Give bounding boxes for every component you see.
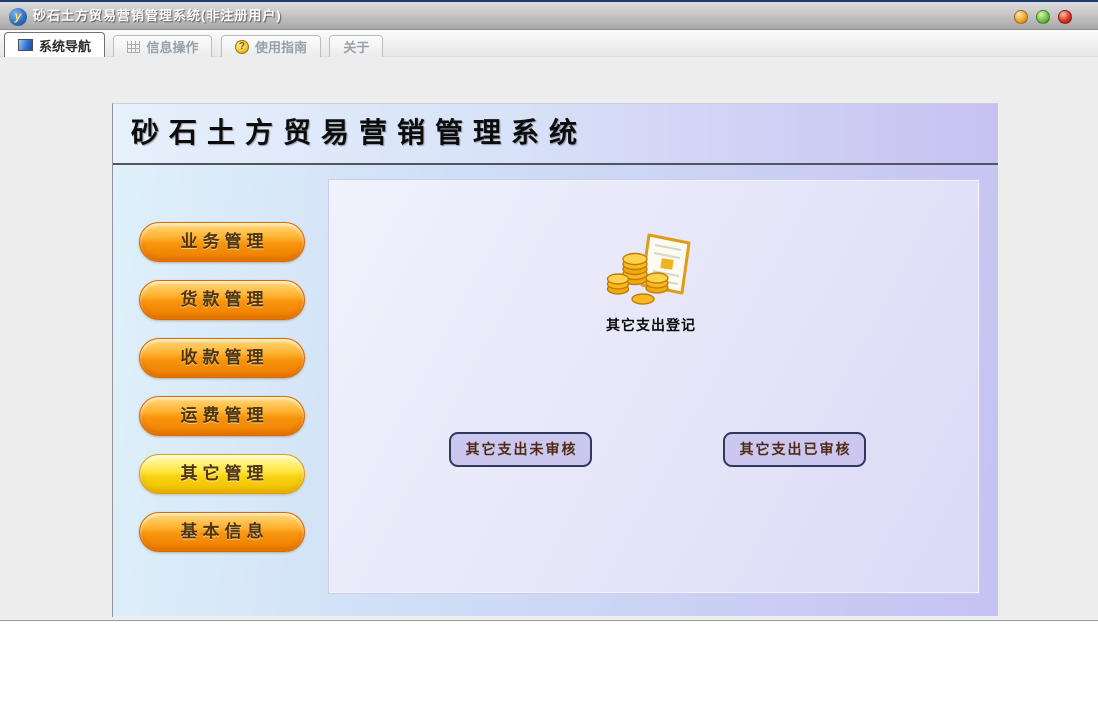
- other-expense-unreviewed-button[interactable]: 其它支出未审核: [449, 432, 592, 467]
- grid-icon: [127, 40, 141, 53]
- feature-label: 其它支出登记: [606, 317, 696, 333]
- title-bar: y 砂石土方贸易营销管理系统(非注册用户): [0, 0, 1098, 30]
- function-panel: 其它支出登记 其它支出未审核 其它支出已审核: [328, 179, 980, 594]
- feature-other-expense-registration[interactable]: 其它支出登记: [575, 231, 727, 335]
- app-logo-icon: y: [9, 8, 27, 26]
- coins-document-icon: [606, 233, 691, 305]
- tab-user-guide[interactable]: ? 使用指南: [220, 35, 321, 57]
- sidebar-item-other-management[interactable]: 其它管理: [139, 454, 305, 494]
- window-controls: [1014, 10, 1072, 24]
- sidebar-item-receipt-management[interactable]: 收款管理: [139, 338, 305, 378]
- main-page: 砂石土方贸易营销管理系统 业务管理 货款管理 收款管理 运费管理 其它管理 基本…: [112, 103, 998, 617]
- window-title: 砂石土方贸易营销管理系统(非注册用户): [33, 8, 282, 23]
- sidebar-item-business-management[interactable]: 业务管理: [139, 222, 305, 262]
- sidebar-item-freight-management[interactable]: 运费管理: [139, 396, 305, 436]
- close-button[interactable]: [1058, 10, 1072, 24]
- tab-bar: 系统导航 信息操作 ? 使用指南 关于: [0, 30, 1098, 57]
- blue-square-icon: [18, 39, 33, 51]
- sidebar-item-payment-management[interactable]: 货款管理: [139, 280, 305, 320]
- sidebar-menu: 业务管理 货款管理 收款管理 运费管理 其它管理 基本信息: [139, 222, 305, 570]
- tab-system-navigation[interactable]: 系统导航: [4, 32, 106, 57]
- tab-label: 关于: [343, 40, 370, 55]
- minimize-button[interactable]: [1014, 10, 1028, 24]
- page-title: 砂石土方贸易营销管理系统: [131, 116, 588, 149]
- banner: 砂石土方贸易营销管理系统: [113, 104, 998, 165]
- tab-label: 使用指南: [254, 40, 307, 55]
- tab-about[interactable]: 关于: [329, 35, 384, 57]
- app-window: y 砂石土方贸易营销管理系统(非注册用户) 系统导航 信息操作 ? 使用指南 关…: [0, 0, 1098, 621]
- maximize-button[interactable]: [1036, 10, 1050, 24]
- other-expense-reviewed-button[interactable]: 其它支出已审核: [723, 432, 866, 467]
- tab-label: 系统导航: [39, 38, 92, 54]
- sidebar-item-basic-info[interactable]: 基本信息: [139, 512, 305, 552]
- tab-info-operations[interactable]: 信息操作: [113, 35, 213, 57]
- tab-label: 信息操作: [146, 40, 199, 55]
- content-area: 业务管理 货款管理 收款管理 运费管理 其它管理 基本信息 其它支出登记 其它支…: [113, 165, 998, 616]
- help-coin-icon: ?: [234, 39, 249, 54]
